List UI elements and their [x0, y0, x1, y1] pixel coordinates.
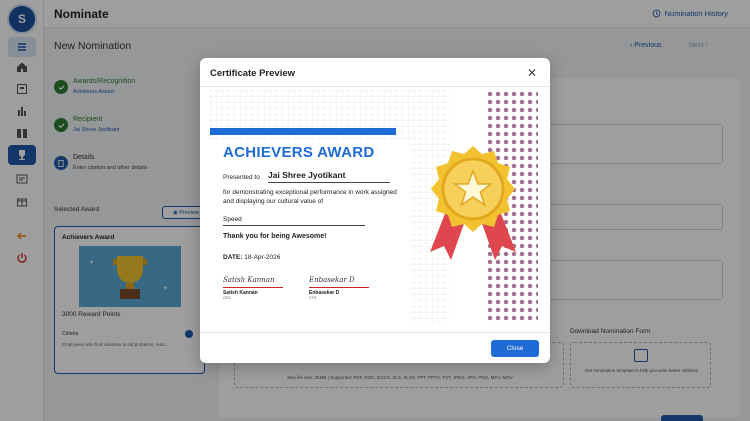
signature-line: [309, 287, 369, 288]
date-value: 18-Apr-2026: [244, 254, 281, 261]
certificate: ACHIEVERS AWARD Presented to Jai Shree J…: [210, 90, 538, 323]
certificate-blue-bar: [210, 128, 396, 135]
certificate-preview-modal: Certificate Preview ✕ ACHIEVERS AWARD Pr…: [200, 58, 550, 363]
recipient-underline: [268, 182, 390, 183]
signature-cto: Enbasekar D: [309, 276, 355, 284]
signatory-role: CEO: [223, 296, 231, 300]
signatory-role: CTO: [309, 296, 317, 300]
close-icon[interactable]: ✕: [527, 66, 537, 80]
cultural-value: Speed: [223, 216, 242, 223]
value-underline: [223, 225, 365, 226]
presented-to-label: Presented to: [223, 174, 260, 181]
certificate-heading: ACHIEVERS AWARD: [223, 144, 375, 161]
divider: [200, 332, 550, 333]
date-label: DATE:: [223, 254, 243, 261]
signature-line: [223, 287, 283, 288]
close-button[interactable]: Close: [491, 340, 539, 357]
modal-title: Certificate Preview: [210, 68, 296, 79]
signature-ceo: Satish Kannan: [223, 276, 275, 284]
divider: [200, 86, 550, 87]
certificate-date: DATE: 18-Apr-2026: [223, 254, 280, 261]
recipient-name: Jai Shree Jyotikant: [268, 170, 346, 180]
thanks-text: Thank you for being Awesome!: [223, 233, 327, 240]
certificate-description: for demonstrating exceptional performanc…: [223, 189, 397, 205]
medal-icon: [430, 146, 516, 260]
